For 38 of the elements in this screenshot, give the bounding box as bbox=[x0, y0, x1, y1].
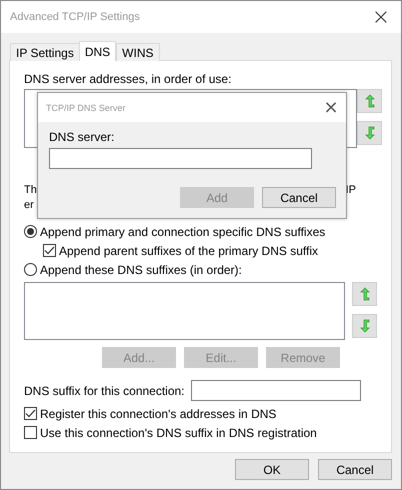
window-title: Advanced TCP/IP Settings bbox=[10, 11, 140, 23]
suffix-label: DNS suffix for this connection: bbox=[24, 384, 185, 398]
close-button[interactable]: × bbox=[316, 94, 346, 122]
dialog-button[interactable]: Cancel bbox=[262, 187, 336, 208]
tab[interactable]: WINS bbox=[116, 43, 160, 61]
check-icon bbox=[44, 246, 55, 255]
option-label: Append primary and connection specific DNS suffixes bbox=[40, 224, 326, 238]
check-icon bbox=[25, 409, 36, 418]
dialog-title: TCP/IP DNS Server bbox=[46, 102, 126, 112]
down-arrow-icon bbox=[364, 126, 374, 140]
dns-servers-label: DNS server addresses, in order of use: bbox=[24, 72, 232, 86]
checkbox[interactable] bbox=[43, 244, 56, 257]
dialog-button[interactable]: Cancel bbox=[318, 459, 392, 480]
tab[interactable]: DNS bbox=[78, 41, 116, 61]
checkbox[interactable] bbox=[24, 426, 37, 439]
option-label: Append these DNS suffixes (in order): bbox=[40, 262, 242, 276]
close-button[interactable]: × bbox=[363, 2, 399, 32]
up-arrow-icon bbox=[364, 94, 374, 108]
dns-suffix-list[interactable] bbox=[24, 282, 345, 340]
dialog-button[interactable]: OK bbox=[235, 459, 309, 480]
move-down-button[interactable] bbox=[352, 314, 377, 338]
option-label: Use this connection's DNS suffix in DNS registration bbox=[40, 426, 317, 440]
move-up-button[interactable] bbox=[352, 282, 377, 306]
description-text: er bbox=[24, 198, 34, 213]
option-label: Register this connection's addresses in DNS bbox=[40, 406, 276, 420]
down-arrow-icon bbox=[360, 319, 370, 333]
move-up-button[interactable] bbox=[357, 89, 382, 113]
up-arrow-icon bbox=[360, 287, 370, 301]
radio-button[interactable] bbox=[24, 225, 37, 238]
tab[interactable]: IP Settings bbox=[10, 43, 80, 61]
option-label: Append parent suffixes of the primary DNS suffix bbox=[59, 244, 318, 258]
dns-suffix-field[interactable] bbox=[190, 380, 361, 401]
checkbox[interactable] bbox=[24, 407, 37, 420]
move-down-button[interactable] bbox=[357, 121, 382, 145]
dns-server-label: DNS server: bbox=[49, 130, 116, 144]
radio-button[interactable] bbox=[24, 263, 37, 276]
dns-server-field[interactable] bbox=[49, 148, 312, 169]
description-text: Th bbox=[24, 183, 37, 198]
